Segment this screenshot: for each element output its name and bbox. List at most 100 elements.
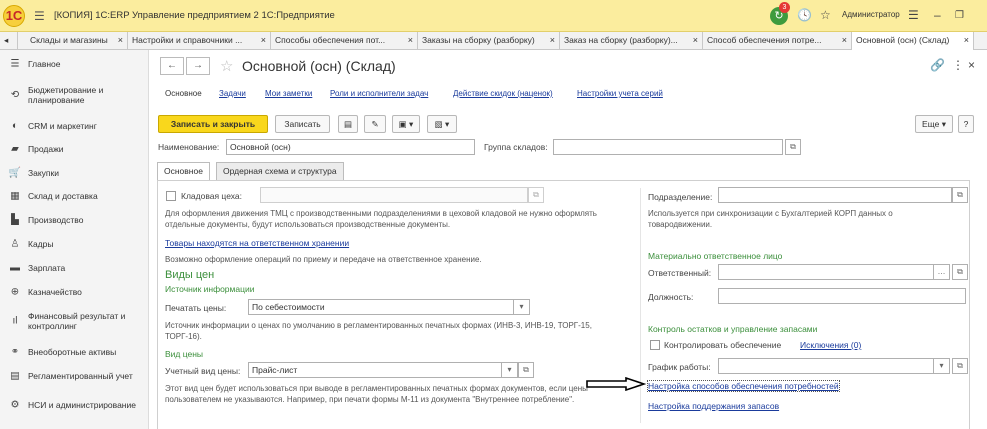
chevron-down-icon[interactable]: ▾ [502, 362, 518, 378]
print-icon[interactable]: ▣ ▾ [392, 115, 420, 133]
tab-main[interactable]: Основное [157, 162, 210, 181]
sidebar-item-admin[interactable]: ⚙ НСИ и администрирование [0, 390, 149, 420]
print-prices-select[interactable]: По себестоимости [248, 299, 514, 315]
more-button[interactable]: Еще ▾ [915, 115, 953, 133]
form-title: Основной (осн) (Склад) [242, 58, 396, 74]
open-link-icon[interactable]: ⧉ [952, 358, 968, 374]
save-close-button[interactable]: Записать и закрыть [158, 115, 268, 133]
minimize-icon[interactable]: – [934, 8, 941, 22]
main-menu-icon[interactable]: ☰ [34, 9, 45, 23]
tab-assembly-orders[interactable]: Заказы на сборку (разборку) × [418, 32, 560, 50]
print-prices-label: Печатать цены: [165, 303, 227, 313]
menu-icon: ☰ [10, 58, 20, 70]
tab-warehouses[interactable]: Склады и магазины × [18, 32, 128, 50]
pantry-input[interactable] [260, 187, 528, 203]
close-icon[interactable]: × [693, 32, 698, 49]
account-price-select[interactable]: Прайс-лист [248, 362, 502, 378]
responsible-input[interactable] [718, 264, 934, 280]
group-input[interactable] [553, 139, 783, 155]
select-ellipsis-icon[interactable]: … [934, 264, 950, 280]
tab-order-scheme[interactable]: Ордерная схема и структура [216, 162, 344, 180]
annotation-arrow-icon [586, 377, 646, 391]
close-icon[interactable]: × [261, 32, 266, 49]
account-price-label: Учетный вид цены: [165, 366, 241, 376]
sidebar-item-treasury[interactable]: ⊕ Казначейство [0, 280, 149, 304]
position-input[interactable] [718, 288, 966, 304]
exceptions-link[interactable]: Исключения (0) [800, 340, 861, 350]
open-link-icon[interactable]: ⧉ [518, 362, 534, 378]
link-notes[interactable]: Мои заметки [265, 89, 312, 98]
tab-label: Склады и магазины [30, 35, 108, 45]
group-label: Группа складов: [484, 142, 548, 152]
close-icon[interactable]: × [842, 32, 847, 49]
open-link-icon[interactable]: ⧉ [952, 187, 968, 203]
close-icon[interactable]: × [964, 32, 969, 49]
source-heading: Источник информации [165, 284, 255, 294]
sidebar-item-label: Зарплата [28, 263, 66, 273]
document-icon[interactable]: ▤ [338, 115, 358, 133]
link-tasks[interactable]: Задачи [219, 89, 246, 98]
sidebar-item-production[interactable]: ▙ Производство [0, 208, 149, 232]
edit-icon[interactable]: ✎ [364, 115, 386, 133]
schedule-label: График работы: [648, 362, 711, 372]
settings-lines-icon[interactable]: ☰ [908, 8, 919, 22]
chevron-down-icon[interactable]: ▾ [934, 358, 950, 374]
tab-settings[interactable]: Настройки и справочники ... × [128, 32, 271, 50]
favorite-star-icon[interactable]: ☆ [220, 57, 233, 75]
sidebar-item-hr[interactable]: ♙ Кадры [0, 232, 149, 256]
chart-icon: ıl [12, 315, 18, 327]
sidebar-item-purchases[interactable]: 🛒 Закупки [0, 161, 149, 185]
link-roles[interactable]: Роли и исполнители задач [330, 89, 428, 98]
tab-assembly-order[interactable]: Заказ на сборку (разборку)... × [560, 32, 703, 50]
sidebar-item-crm[interactable]: ◐ CRM и маркетинг [0, 114, 149, 138]
user-name[interactable]: Администратор [842, 10, 900, 19]
sidebar-item-regulated[interactable]: ▤ Регламентированный учет [0, 364, 149, 388]
back-button[interactable]: ← [160, 57, 184, 75]
close-form-icon[interactable]: × [968, 58, 975, 72]
sidebar-item-warehouse[interactable]: ▦ Склад и доставка [0, 184, 149, 208]
pantry-checkbox[interactable] [166, 191, 176, 201]
link-series[interactable]: Настройки учета серий [577, 89, 663, 98]
control-checkbox[interactable] [650, 340, 660, 350]
close-icon[interactable]: × [550, 32, 555, 49]
schedule-input[interactable] [718, 358, 934, 374]
forward-button[interactable]: → [186, 57, 210, 75]
sidebar-item-sales[interactable]: ▰ Продажи [0, 137, 149, 161]
tab-methods[interactable]: Способы обеспечения пот... × [271, 32, 418, 50]
tab-label: Основной (осн) (Склад) [856, 35, 950, 45]
chevron-down-icon[interactable]: ▾ [514, 299, 530, 315]
link-icon[interactable]: 🔗 [930, 58, 945, 72]
tab-method[interactable]: Способ обеспечения потре... × [703, 32, 852, 50]
history-icon[interactable]: 🕓 [797, 8, 812, 22]
sidebar-item-finance[interactable]: ıl Финансовый результат и контроллинг [0, 306, 149, 336]
sidebar-item-main[interactable]: ☰ Главное [0, 52, 149, 76]
methods-link[interactable]: Настройка способов обеспечения потребнос… [647, 380, 840, 392]
open-link-icon[interactable]: ⧉ [952, 264, 968, 280]
sidebar-item-budget[interactable]: ⟲ Бюджетирование и планирование [0, 80, 149, 110]
name-input[interactable]: Основной (осн) [226, 139, 475, 155]
more-vert-icon[interactable]: ⋮ [952, 58, 964, 72]
title-bar: 1С ☰ [КОПИЯ] 1С:ERP Управление предприят… [0, 0, 987, 32]
tab-main-warehouse[interactable]: Основной (осн) (Склад) × [852, 32, 974, 50]
notifications-button[interactable]: ↻ 3 [770, 2, 790, 25]
help-button[interactable]: ? [958, 115, 974, 133]
accounting-icon: ▤ [10, 370, 20, 382]
tab-scroll-left-icon[interactable]: ◂ [0, 32, 18, 50]
close-icon[interactable]: × [118, 32, 123, 49]
sidebar-item-salary[interactable]: ▬ Зарплата [0, 256, 149, 280]
sidebar: ☰ Главное ⟲ Бюджетирование и планирование … [0, 50, 149, 429]
open-link-icon[interactable]: ⧉ [528, 187, 544, 203]
restore-icon[interactable]: ❐ [955, 10, 964, 21]
close-icon[interactable]: × [408, 32, 413, 49]
create-based-icon[interactable]: ▧ ▾ [427, 115, 457, 133]
custody-link[interactable]: Товары находятся на ответственном хранен… [165, 238, 349, 248]
link-main[interactable]: Основное [165, 89, 202, 98]
link-discounts[interactable]: Действие скидок (наценок) [453, 89, 553, 98]
stock-link[interactable]: Настройка поддержания запасов [648, 401, 779, 411]
sidebar-item-assets[interactable]: ⚭ Внеоборотные активы [0, 340, 149, 364]
open-link-icon[interactable]: ⧉ [785, 139, 801, 155]
favorites-star-icon[interactable]: ☆ [820, 8, 831, 22]
save-button[interactable]: Записать [275, 115, 330, 133]
pantry-note: Для оформления движения ТМЦ с производст… [165, 209, 597, 229]
division-input[interactable] [718, 187, 952, 203]
